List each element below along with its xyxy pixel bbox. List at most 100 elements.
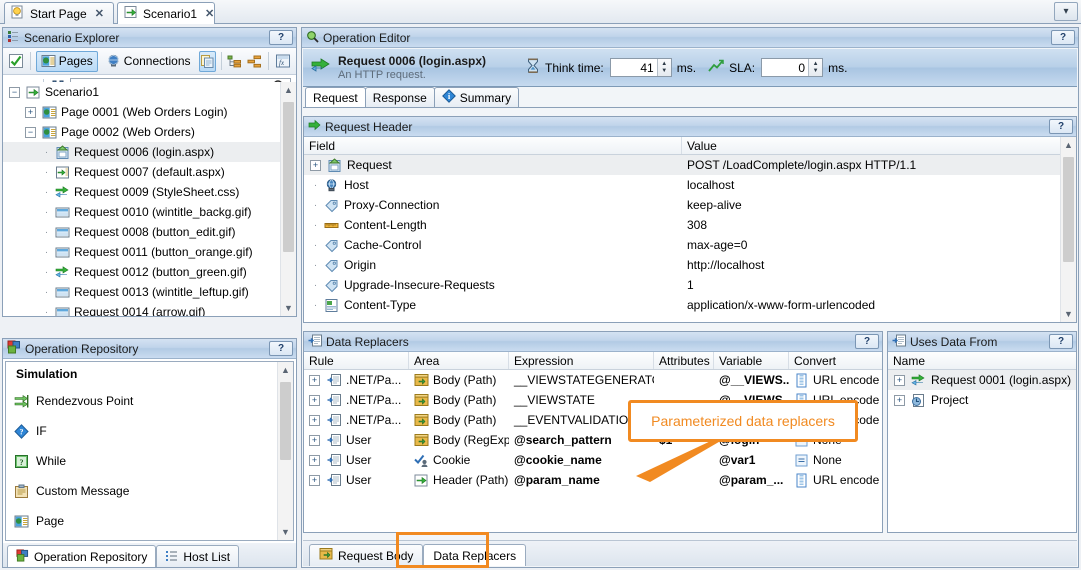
- data-replacers-grid[interactable]: Rule Area Expression Attributes Variable…: [304, 352, 882, 532]
- tree-structure-button[interactable]: [226, 51, 243, 72]
- help-button[interactable]: ?: [855, 334, 879, 349]
- tree-expander[interactable]: +: [309, 454, 320, 466]
- table-row[interactable]: · Content-Length 308: [304, 215, 1076, 235]
- pages-toggle-button[interactable]: Pages: [35, 50, 98, 72]
- column-header-rule[interactable]: Rule: [304, 352, 409, 369]
- tab-operation-repository[interactable]: Operation Repository: [7, 545, 157, 567]
- column-header-field[interactable]: Field: [304, 137, 682, 154]
- copy-button[interactable]: [198, 50, 216, 72]
- operation-repository-list[interactable]: Simulation Rendezvous Point? IF? While Custo…: [5, 361, 294, 541]
- tree-item[interactable]: · Request 0010 (wintitle_backg.gif): [3, 202, 296, 222]
- request-header-grid[interactable]: Field Value + Request POST /LoadComplete/l…: [304, 137, 1076, 322]
- think-time-stepper[interactable]: 41 ▲ ▼: [609, 58, 672, 77]
- sla-stepper[interactable]: 0 ▲ ▼: [761, 58, 824, 77]
- tree-item[interactable]: · Request 0007 (default.aspx): [3, 162, 296, 182]
- tree-item[interactable]: + Page 0001 (Web Orders Login): [3, 102, 296, 122]
- tree-expander[interactable]: +: [894, 374, 905, 386]
- column-header-variable[interactable]: Variable: [714, 352, 789, 369]
- table-row[interactable]: · Cache-Control max-age=0: [304, 235, 1076, 255]
- tab-request[interactable]: Request: [305, 87, 366, 107]
- tree-item[interactable]: · Request 0013 (wintitle_leftup.gif): [3, 282, 296, 302]
- column-header-expression[interactable]: Expression: [509, 352, 654, 369]
- help-button[interactable]: ?: [1049, 119, 1073, 134]
- chevron-down-icon[interactable]: ▼: [281, 300, 296, 316]
- table-row[interactable]: · Content-Type application/x-www-form-urle…: [304, 295, 1076, 315]
- column-header-name[interactable]: Name: [888, 352, 1076, 369]
- scrollbar-thumb[interactable]: [280, 382, 291, 460]
- repository-item[interactable]: ? IF: [6, 416, 293, 446]
- tree-item[interactable]: · Request 0014 (arrow.gif): [3, 302, 296, 316]
- repository-item[interactable]: Custom Message: [6, 476, 293, 506]
- verify-button[interactable]: [7, 51, 25, 72]
- request-header-scrollbar[interactable]: ▲ ▼: [1060, 137, 1076, 322]
- document-tab-scenario1[interactable]: Scenario1 ✕: [117, 2, 215, 24]
- repository-item[interactable]: Rendezvous Point: [6, 386, 293, 416]
- help-button[interactable]: ?: [1051, 30, 1075, 45]
- stepper-arrows[interactable]: ▲ ▼: [656, 59, 671, 76]
- scenario-tree-scrollbar[interactable]: ▲ ▼: [280, 82, 296, 316]
- table-row[interactable]: + Request POST /LoadComplete/login.aspx HT…: [304, 155, 1076, 175]
- connections-toggle-button[interactable]: Connections: [101, 51, 196, 72]
- table-row[interactable]: · Proxy-Connection keep-alive: [304, 195, 1076, 215]
- help-button[interactable]: ?: [269, 341, 293, 356]
- column-header-convert[interactable]: Convert: [789, 352, 882, 369]
- tree-expander[interactable]: −: [25, 126, 36, 138]
- list-item[interactable]: + Request 0001 (login.aspx): [888, 370, 1076, 390]
- variables-button[interactable]: fx: [274, 51, 292, 72]
- close-icon[interactable]: ✕: [205, 7, 214, 20]
- tree-expander[interactable]: +: [310, 159, 321, 171]
- column-header-area[interactable]: Area: [409, 352, 509, 369]
- collapse-button[interactable]: [246, 51, 263, 72]
- chevron-up-icon[interactable]: ▲: [281, 82, 296, 98]
- tab-overflow-chevron-down-icon[interactable]: ▾: [1054, 2, 1078, 21]
- chevron-down-icon[interactable]: ▼: [278, 524, 293, 540]
- tree-expander[interactable]: −: [9, 86, 20, 98]
- chevron-up-icon[interactable]: ▲: [278, 362, 293, 378]
- tree-expander[interactable]: +: [309, 394, 320, 406]
- scrollbar-thumb[interactable]: [1063, 157, 1074, 262]
- tab-request-body[interactable]: Request Body: [309, 544, 424, 566]
- tree-expander[interactable]: +: [894, 394, 905, 406]
- close-icon[interactable]: ✕: [95, 7, 104, 20]
- tab-host-list[interactable]: Host List: [156, 545, 240, 567]
- tab-response[interactable]: Response: [364, 87, 435, 107]
- repository-item[interactable]: ? While: [6, 446, 293, 476]
- tree-item[interactable]: − Page 0002 (Web Orders): [3, 122, 296, 142]
- table-row[interactable]: · Upgrade-Insecure-Requests 1: [304, 275, 1076, 295]
- chevron-up-icon[interactable]: ▲: [1061, 137, 1076, 153]
- help-button[interactable]: ?: [1049, 334, 1073, 349]
- tree-item[interactable]: · Request 0011 (button_orange.gif): [3, 242, 296, 262]
- table-row[interactable]: + User Cookie @cookie_name @var1 None: [304, 450, 882, 470]
- tab-data-replacers[interactable]: Data Replacers: [423, 544, 527, 566]
- tab-summary[interactable]: i Summary: [433, 87, 520, 107]
- tree-expander[interactable]: +: [25, 106, 36, 118]
- document-tab-start-page[interactable]: Start Page ✕: [4, 2, 114, 24]
- tree-expander[interactable]: +: [309, 414, 320, 426]
- list-item[interactable]: + Project: [888, 390, 1076, 410]
- sla-value[interactable]: 0: [762, 61, 808, 75]
- chevron-down-icon[interactable]: ▼: [1061, 306, 1076, 322]
- tree-item[interactable]: − Scenario1: [3, 82, 296, 102]
- tree-item[interactable]: · Request 0006 (login.aspx): [3, 142, 296, 162]
- column-header-attributes[interactable]: Attributes: [654, 352, 714, 369]
- operation-repository-scrollbar[interactable]: ▲ ▼: [277, 362, 293, 540]
- repository-item[interactable]: Page: [6, 506, 293, 536]
- help-button[interactable]: ?: [269, 30, 293, 45]
- tree-expander[interactable]: +: [309, 474, 320, 486]
- table-row[interactable]: + .NET/Pa... Body (Path) __VIEWSTATEGENERAT…: [304, 370, 882, 390]
- table-row[interactable]: · Origin http://localhost: [304, 255, 1076, 275]
- repository-item[interactable]: End of Transaction: [6, 536, 293, 540]
- tree-item[interactable]: · Request 0008 (button_edit.gif): [3, 222, 296, 242]
- scrollbar-thumb[interactable]: [283, 102, 294, 252]
- tree-expander[interactable]: +: [309, 374, 320, 386]
- uses-data-from-grid[interactable]: Name + Request 0001 (login.aspx) + Project: [888, 352, 1076, 532]
- scenario-tree[interactable]: − Scenario1 + Page 0001 (Web Orders Login) −…: [3, 82, 296, 316]
- table-row[interactable]: + User Header (Path) @param_name @param_... U…: [304, 470, 882, 490]
- tree-item[interactable]: · Request 0012 (button_green.gif): [3, 262, 296, 282]
- table-row[interactable]: · Host localhost: [304, 175, 1076, 195]
- tree-expander[interactable]: +: [309, 434, 320, 446]
- tree-item[interactable]: · Request 0009 (StyleSheet.css): [3, 182, 296, 202]
- stepper-arrows[interactable]: ▲ ▼: [808, 59, 823, 76]
- think-time-value[interactable]: 41: [611, 61, 657, 75]
- column-header-value[interactable]: Value: [682, 137, 1076, 154]
